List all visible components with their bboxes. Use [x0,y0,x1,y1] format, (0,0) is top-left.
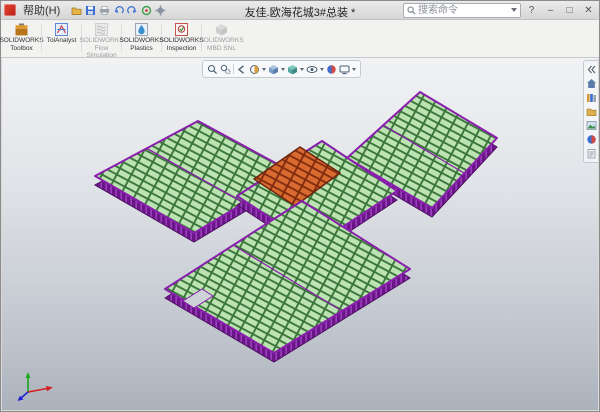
collapse-icon[interactable] [586,64,597,75]
addin-tolanalyst-button[interactable]: TolAnalyst [43,21,80,56]
addin-label: MBD SNL [207,45,236,52]
orientation-triad [16,368,58,404]
search-input[interactable] [416,4,511,17]
chevron-down-icon[interactable] [262,68,266,71]
menu-help[interactable]: 帮助(H) [16,2,67,18]
addin-plastics-button[interactable]: SOLIDWORKS Plastics [123,21,160,56]
tolanalyst-icon [55,23,68,36]
minimize-button[interactable]: – [542,3,559,18]
addin-label: Inspection [167,45,197,52]
graphics-area[interactable] [2,58,598,410]
heads-up-view-toolbar [202,60,361,78]
addin-label: SOLIDWORKS [159,37,203,44]
inspection-icon [175,23,188,36]
addin-label: SOLIDWORKS [119,37,163,44]
edit-appearance-icon[interactable] [326,64,337,75]
command-search[interactable] [403,3,521,18]
solidworks-logo-icon[interactable] [4,4,16,16]
view-settings-icon[interactable] [339,64,350,75]
flow-simulation-icon [95,23,108,36]
triad-y-axis [26,372,31,392]
rebuild-icon[interactable] [141,5,152,16]
display-style-icon[interactable] [287,64,298,75]
document-title: 友佳.欧海花城3#总装 * [245,4,356,20]
help-button[interactable]: ? [523,3,540,18]
undo-icon[interactable] [113,5,124,16]
addin-mbd-snl-button[interactable]: SOLIDWORKS MBD SNL [203,21,240,56]
addin-label: Plastics [130,45,152,52]
design-library-icon[interactable] [586,92,597,103]
view-orientation-icon[interactable] [268,64,279,75]
chevron-down-icon[interactable] [320,68,324,71]
maximize-button[interactable]: □ [561,3,578,18]
chevron-down-icon[interactable] [352,68,356,71]
triad-z-axis [18,392,29,401]
addin-label: Toolbox [10,45,32,52]
addin-label: SOLIDWORKS [199,37,243,44]
toolbox-icon [15,23,28,36]
triad-x-axis [28,386,53,392]
search-icon [407,6,416,15]
plastics-icon [135,23,148,36]
zoom-area-icon[interactable] [220,64,231,75]
command-manager-ribbon: SOLIDWORKS Toolbox TolAnalyst SOLIDWORKS… [1,20,599,58]
redo-icon[interactable] [127,5,138,16]
view-palette-icon[interactable] [586,120,597,131]
chevron-down-icon[interactable] [281,68,285,71]
addin-toolbox-button[interactable]: SOLIDWORKS Toolbox [3,21,40,56]
addin-inspection-button[interactable]: SOLIDWORKS Inspection [163,21,200,56]
mbd-snl-icon [215,23,228,36]
building-formwork-model [95,92,497,362]
addin-label: SOLIDWORKS [0,37,44,44]
zoom-fit-icon[interactable] [207,64,218,75]
print-icon[interactable] [99,5,110,16]
addin-label: SOLIDWORKS [79,37,123,44]
open-icon[interactable] [71,5,82,16]
section-view-icon[interactable] [249,64,260,75]
task-pane-strip [583,60,598,163]
addin-label: TolAnalyst [47,37,77,44]
chevron-down-icon[interactable] [511,8,517,12]
file-explorer-icon[interactable] [586,106,597,117]
appearances-icon[interactable] [586,134,597,145]
quick-access-toolbar [71,5,166,16]
hide-show-items-icon[interactable] [306,64,318,75]
title-bar: 帮助(H) 友佳.欧海花城3#总装 * ? – □ ✕ [1,1,599,20]
model-canvas[interactable] [2,58,598,410]
app-window: 帮助(H) 友佳.欧海花城3#总装 * ? – □ ✕ SOL [0,0,600,412]
previous-view-icon[interactable] [236,64,247,75]
save-icon[interactable] [85,5,96,16]
close-button[interactable]: ✕ [580,3,597,18]
chevron-down-icon[interactable] [300,68,304,71]
titlebar-right: ? – □ ✕ [403,3,599,18]
custom-properties-icon[interactable] [586,148,597,159]
ribbon-divider [41,25,42,52]
options-icon[interactable] [155,5,166,16]
hud-divider [233,64,234,74]
resources-icon[interactable] [586,78,597,89]
addin-flow-simulation-button[interactable]: SOLIDWORKS Flow Simulation [83,21,120,56]
